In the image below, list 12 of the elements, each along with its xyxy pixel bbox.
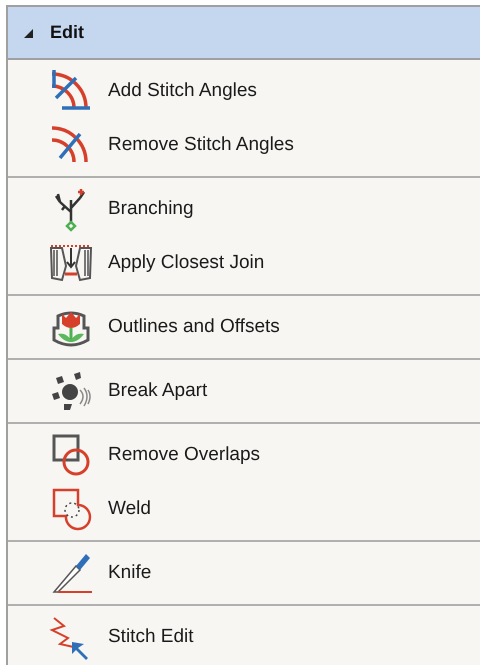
menu-item[interactable]: Apply Closest Join: [8, 236, 480, 290]
section-title: Edit: [50, 22, 84, 43]
menu-item[interactable]: Remove Overlaps: [8, 428, 480, 482]
menu-item[interactable]: Outlines and Offsets: [8, 300, 480, 354]
menu-item[interactable]: Knife: [8, 546, 480, 600]
menu-item[interactable]: Break Apart: [8, 364, 480, 418]
menu-item[interactable]: Branching: [8, 182, 480, 236]
menu-item[interactable]: Remove Stitch Angles: [8, 118, 480, 172]
edit-header[interactable]: Edit: [8, 7, 480, 60]
menu-item[interactable]: Weld: [8, 482, 480, 536]
menu-item[interactable]: Stitch Edit: [8, 610, 480, 664]
menu-item[interactable]: Add Stitch Angles: [8, 64, 480, 118]
